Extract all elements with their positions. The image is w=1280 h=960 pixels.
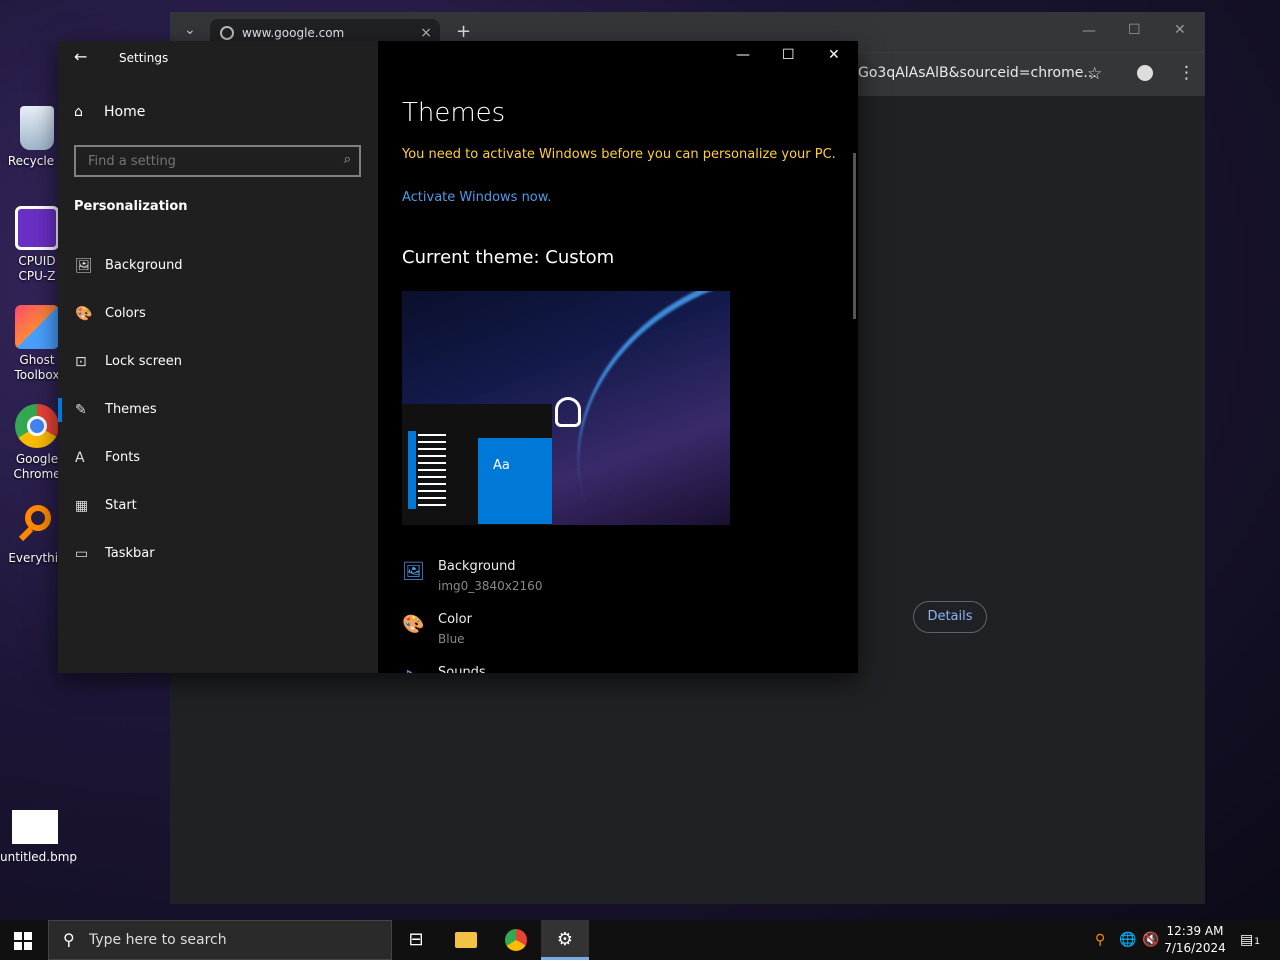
windows-start-icon[interactable]: [14, 932, 32, 950]
theme-preview[interactable]: Aa: [402, 291, 730, 525]
settings-taskbar-icon[interactable]: ⚙: [541, 920, 589, 960]
chrome-icon: [15, 404, 59, 448]
bookmark-star-icon[interactable]: ☆: [1087, 64, 1102, 84]
chrome-taskbar-icon[interactable]: [492, 920, 540, 960]
task-view-icon[interactable]: ⊟: [392, 920, 440, 960]
scrollbar[interactable]: [853, 153, 856, 319]
clock-date: 7/16/2024: [1164, 941, 1226, 955]
cpuz-icon: [15, 206, 59, 250]
setting-name: Background: [438, 559, 516, 574]
everything-tray-icon[interactable]: ⚲: [1095, 932, 1105, 948]
tab-title: www.google.com: [242, 26, 345, 40]
home-icon: ⌂: [74, 104, 83, 120]
settings-sidebar: ← Settings ⌂ Home ⌕ Personalization 🖼 Bac…: [58, 41, 378, 673]
sidebar-item-label: Lock screen: [105, 354, 182, 369]
ghost-logo-icon: [555, 397, 581, 427]
preview-tiles: Aa: [478, 438, 552, 524]
chrome-menu-icon[interactable]: ⋮: [1178, 63, 1195, 83]
minimize-icon[interactable]: —: [1082, 23, 1096, 39]
details-button[interactable]: Details: [913, 601, 987, 633]
maximize-icon[interactable]: ☐: [782, 47, 795, 63]
back-arrow-icon[interactable]: ←: [74, 47, 87, 66]
new-tab-button[interactable]: +: [456, 21, 471, 42]
system-clock[interactable]: 12:39 AM 7/16/2024: [1163, 923, 1227, 957]
background-image-icon: 🖼: [75, 258, 93, 274]
recycle-bin-icon: [20, 106, 54, 150]
preview-list-lines: [408, 431, 446, 511]
taskbar-search-box[interactable]: ⚲ Type here to search: [48, 920, 392, 960]
sound-icon: ♪: [402, 667, 426, 673]
sidebar-item-label: Taskbar: [105, 546, 155, 561]
maximize-icon[interactable]: ☐: [1128, 22, 1141, 38]
address-bar-url[interactable]: Go3qAlAsAlB&sourceid=chrome...: [858, 65, 1097, 81]
sidebar-item-colors[interactable]: 🎨 Colors: [58, 292, 378, 336]
sidebar-item-label: Themes: [105, 402, 157, 417]
notifications-count: 1: [1254, 937, 1260, 947]
page-title: Themes: [402, 98, 506, 128]
setting-value: img0_3840x2160: [438, 579, 543, 593]
desktop-icon-label: untitled.bmp: [0, 850, 78, 864]
sidebar-item-taskbar[interactable]: ▭ Taskbar: [58, 532, 378, 576]
start-tiles-icon: ▦: [75, 498, 89, 514]
notifications-icon[interactable]: ▤1: [1240, 932, 1260, 948]
taskbar-icon: ▭: [75, 546, 89, 562]
globe-icon: [220, 26, 234, 40]
sidebar-item-label: Fonts: [105, 450, 141, 465]
sidebar-item-label: Background: [105, 258, 183, 273]
current-theme-heading: Current theme: Custom: [402, 247, 615, 268]
sidebar-item-background[interactable]: 🖼 Background: [58, 244, 378, 288]
sidebar-item-label: Start: [105, 498, 137, 513]
themes-brush-icon: ✎: [75, 402, 87, 418]
everything-search-icon: [15, 503, 59, 547]
activation-warning: You need to activate Windows before you …: [402, 147, 836, 162]
sidebar-item-start[interactable]: ▦ Start: [58, 484, 378, 528]
close-icon[interactable]: ✕: [1174, 22, 1186, 38]
palette-icon: 🎨: [75, 306, 93, 322]
sidebar-item-fonts[interactable]: A Fonts: [58, 436, 378, 480]
profile-icon[interactable]: [1137, 65, 1153, 81]
search-icon: ⚲: [63, 930, 75, 949]
home-nav-item[interactable]: ⌂ Home: [74, 104, 145, 120]
lock-screen-icon: ⊡: [75, 354, 87, 370]
settings-content: — ☐ ✕ Themes You need to activate Window…: [378, 41, 858, 673]
taskbar-search-placeholder: Type here to search: [89, 932, 227, 948]
sidebar-item-lock-screen[interactable]: ⊡ Lock screen: [58, 340, 378, 384]
bitmap-file-icon[interactable]: [12, 810, 58, 844]
settings-window-title: Settings: [119, 51, 169, 65]
search-icon: ⌕: [343, 152, 351, 167]
background-image-icon: 🖼: [402, 561, 425, 582]
settings-window: ← Settings ⌂ Home ⌕ Personalization 🖼 Bac…: [58, 41, 858, 673]
setting-value: Blue: [438, 632, 465, 646]
sidebar-item-themes[interactable]: ✎ Themes: [58, 388, 378, 432]
preview-tile-text: Aa: [493, 458, 510, 473]
clock-time: 12:39 AM: [1166, 924, 1224, 938]
file-explorer-icon[interactable]: [442, 920, 490, 960]
volume-muted-icon[interactable]: 🔇: [1142, 932, 1159, 948]
section-title: Personalization: [74, 199, 188, 214]
network-globe-icon[interactable]: 🌐: [1119, 932, 1136, 948]
minimize-icon[interactable]: —: [736, 47, 750, 63]
home-label: Home: [104, 104, 146, 120]
activate-windows-link[interactable]: Activate Windows now.: [402, 190, 551, 205]
ghost-toolbox-icon: [15, 305, 59, 349]
close-icon[interactable]: ✕: [828, 47, 840, 63]
setting-name: Color: [438, 612, 472, 627]
palette-icon: 🎨: [402, 614, 425, 635]
fonts-icon: A: [75, 450, 85, 466]
tab-search-icon[interactable]: ⌄: [184, 22, 196, 38]
taskbar: ⚲ Type here to search ⊟ ⚙ ⚲ 🌐 🔇 12:39 AM…: [0, 920, 1280, 960]
find-setting-search[interactable]: ⌕: [74, 145, 361, 177]
search-input[interactable]: [86, 153, 330, 170]
sidebar-item-label: Colors: [105, 306, 146, 321]
setting-name: Sounds: [438, 665, 486, 673]
